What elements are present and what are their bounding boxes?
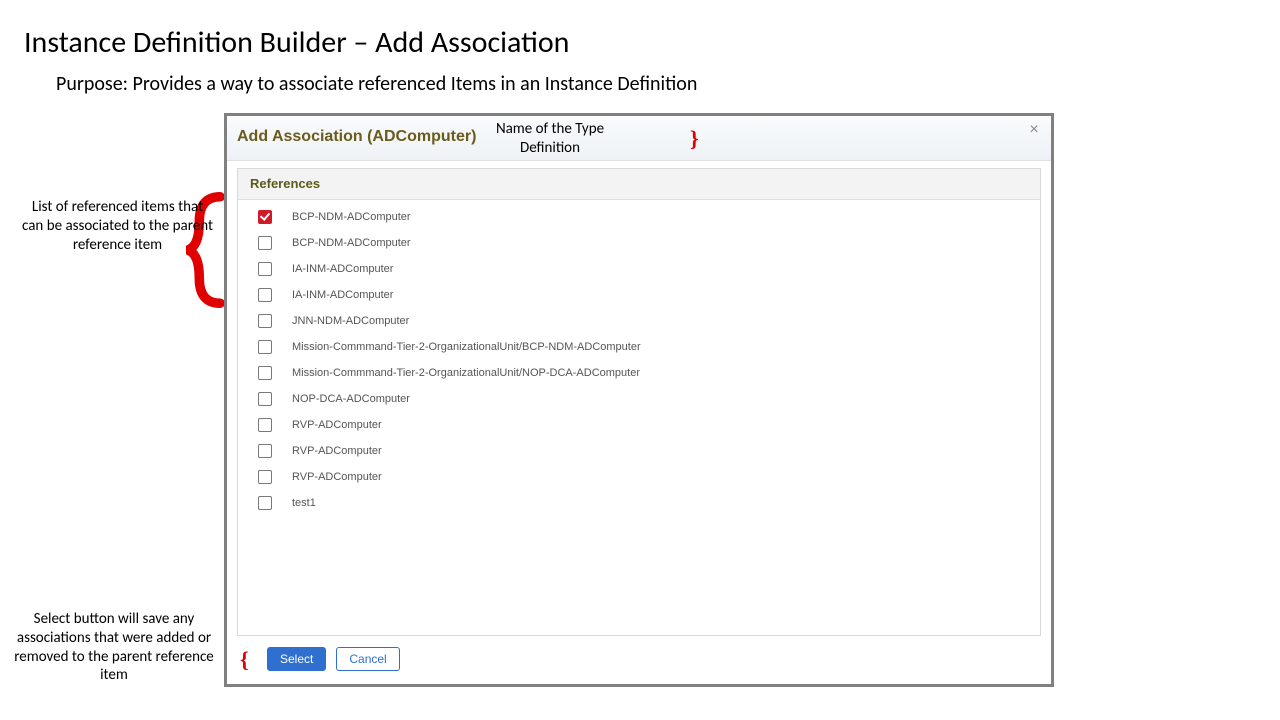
reference-checkbox[interactable] <box>258 314 272 328</box>
reference-checkbox[interactable] <box>258 470 272 484</box>
reference-checkbox[interactable] <box>258 418 272 432</box>
page-title: Instance Definition Builder – Add Associ… <box>24 24 569 61</box>
references-list: BCP-NDM-ADComputer BCP-NDM-ADComputer IA-I… <box>238 200 1040 516</box>
reference-label: BCP-NDM-ADComputer <box>292 237 411 249</box>
reference-label: IA-INM-ADComputer <box>292 289 393 301</box>
list-item: Mission-Commmand-Tier-2-OrganizationalUn… <box>238 334 1040 360</box>
list-item: RVP-ADComputer <box>238 412 1040 438</box>
cancel-button[interactable]: Cancel <box>336 647 399 671</box>
reference-label: RVP-ADComputer <box>292 471 382 483</box>
dialog-footer: Select Cancel <box>237 642 1041 676</box>
list-item: NOP-DCA-ADComputer <box>238 386 1040 412</box>
close-icon[interactable]: × <box>1025 122 1043 140</box>
list-item: BCP-NDM-ADComputer <box>238 230 1040 256</box>
list-item: Mission-Commmand-Tier-2-OrganizationalUn… <box>238 360 1040 386</box>
reference-label: test1 <box>292 497 316 509</box>
references-header: References <box>238 169 1040 200</box>
reference-checkbox[interactable] <box>258 236 272 250</box>
list-item: test1 <box>238 490 1040 516</box>
reference-checkbox[interactable] <box>258 444 272 458</box>
list-item: BCP-NDM-ADComputer <box>238 204 1040 230</box>
select-button[interactable]: Select <box>267 647 326 671</box>
brace-icon: } <box>690 126 699 152</box>
reference-label: Mission-Commmand-Tier-2-OrganizationalUn… <box>292 341 641 353</box>
page-purpose: Purpose: Provides a way to associate ref… <box>56 72 697 96</box>
reference-label: IA-INM-ADComputer <box>292 263 393 275</box>
reference-checkbox[interactable] <box>258 392 272 406</box>
reference-label: RVP-ADComputer <box>292 445 382 457</box>
reference-checkbox[interactable] <box>258 496 272 510</box>
list-item: JNN-NDM-ADComputer <box>238 308 1040 334</box>
list-item: IA-INM-ADComputer <box>238 256 1040 282</box>
reference-label: JNN-NDM-ADComputer <box>292 315 409 327</box>
annotation-list: List of referenced items that can be ass… <box>20 198 215 254</box>
reference-label: RVP-ADComputer <box>292 419 382 431</box>
reference-checkbox[interactable] <box>258 366 272 380</box>
reference-label: BCP-NDM-ADComputer <box>292 211 411 223</box>
dialog-header: Add Association (ADComputer) × <box>227 116 1051 161</box>
dialog-body: References BCP-NDM-ADComputerBCP-NDM-ADC… <box>237 168 1041 636</box>
list-item: RVP-ADComputer <box>238 438 1040 464</box>
reference-checkbox[interactable] <box>258 262 272 276</box>
reference-checkbox[interactable] <box>258 288 272 302</box>
reference-checkbox[interactable] <box>258 210 272 224</box>
reference-label: Mission-Commmand-Tier-2-OrganizationalUn… <box>292 367 640 379</box>
brace-icon: { <box>240 647 249 673</box>
dialog-title: Add Association (ADComputer) <box>237 128 476 146</box>
reference-label: NOP-DCA-ADComputer <box>292 393 410 405</box>
list-item: RVP-ADComputer <box>238 464 1040 490</box>
list-item: IA-INM-ADComputer <box>238 282 1040 308</box>
reference-checkbox[interactable] <box>258 340 272 354</box>
annotation-title: Name of the Type Definition <box>480 120 620 158</box>
add-association-dialog: Add Association (ADComputer) × Reference… <box>224 113 1054 687</box>
annotation-footer: Select button will save any associations… <box>4 610 224 685</box>
